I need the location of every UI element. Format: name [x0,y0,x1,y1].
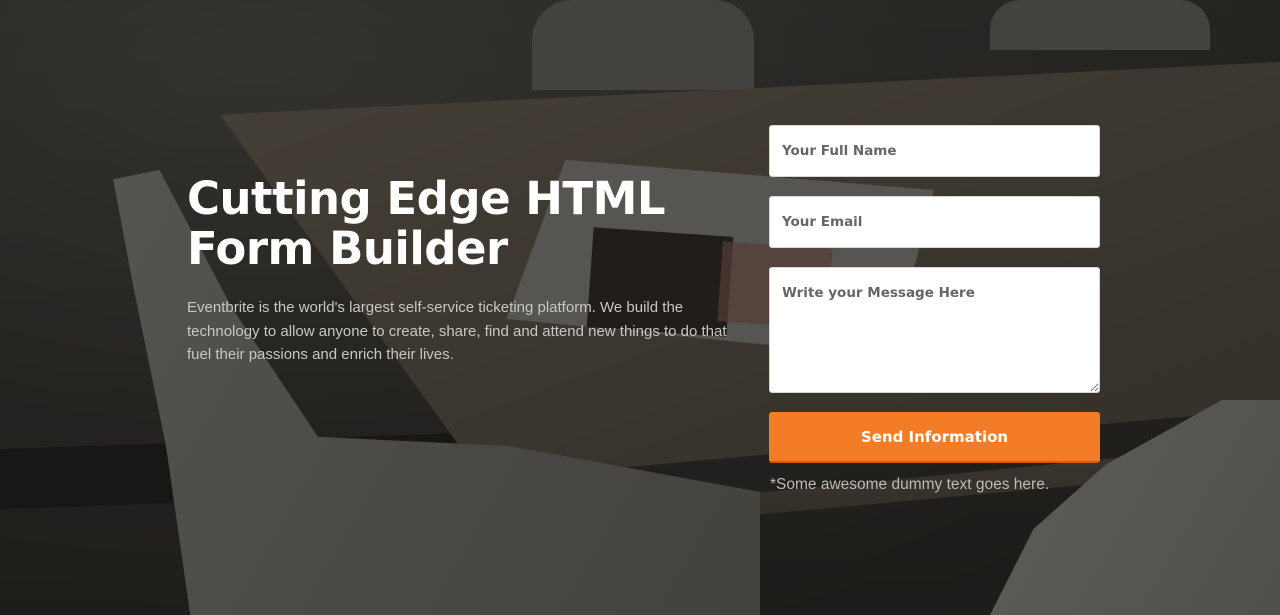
full-name-input[interactable] [769,125,1100,177]
message-textarea[interactable] [769,267,1100,393]
title-line-1: Cutting Edge HTML [187,172,666,225]
page-title: Cutting Edge HTML Form Builder [187,174,747,274]
form-footnote: *Some awesome dummy text goes here. [770,476,1050,493]
contact-form: Send Information *Some awesome dummy tex… [769,125,1100,494]
hero-description: Eventbrite is the world's largest self-s… [187,299,727,363]
email-input[interactable] [769,196,1100,248]
send-information-button[interactable]: Send Information [769,412,1100,463]
title-line-2: Form Builder [187,222,508,275]
hero-section: Cutting Edge HTML Form Builder Eventbrit… [187,174,747,367]
